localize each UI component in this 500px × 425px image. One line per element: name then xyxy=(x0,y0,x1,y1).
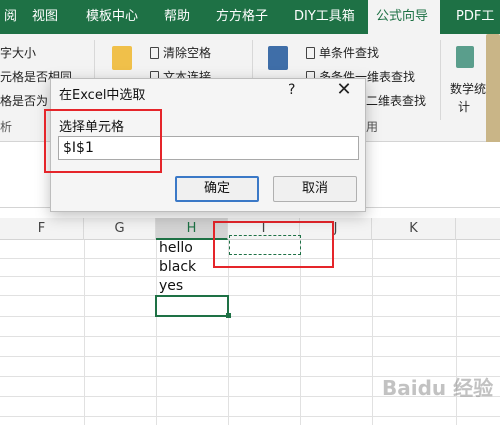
tab-template-center[interactable]: 模板中心 xyxy=(82,0,142,34)
close-icon[interactable]: ✕ xyxy=(333,79,355,100)
tab-pdf-tools[interactable]: PDF工 xyxy=(452,0,498,34)
grid-line xyxy=(156,240,157,425)
ribbon-item-math-stats-2[interactable]: 计 xyxy=(458,98,470,115)
fill-handle[interactable] xyxy=(226,313,231,318)
column-header-k[interactable]: K xyxy=(372,218,456,240)
ribbon-item-math-stats[interactable]: 数学统 xyxy=(450,80,486,97)
grid-line xyxy=(0,276,500,277)
ribbon-separator xyxy=(440,40,441,120)
grid-line xyxy=(0,316,500,317)
grid-line xyxy=(0,356,500,357)
statistics-icon[interactable] xyxy=(456,46,474,68)
ribbon-item-clear-spaces[interactable]: 清除空格 xyxy=(150,44,211,61)
column-header-g[interactable]: G xyxy=(84,218,156,240)
ribbon-group-apply-label: 用 xyxy=(366,120,379,134)
bookmark-icon xyxy=(306,47,315,59)
cell-h2[interactable]: black xyxy=(159,259,196,275)
column-header-l[interactable] xyxy=(456,218,500,240)
ribbon-item-font-size[interactable]: 字大小 xyxy=(0,44,36,61)
highlight-box-input xyxy=(44,109,162,173)
dialog-title: 在Excel中选取 xyxy=(59,88,146,103)
tab-view[interactable]: 视图 xyxy=(28,0,62,34)
ribbon-tab-bar: 阅 视图 模板中心 帮助 方方格子 DIY工具箱 公式向导 PDF工 xyxy=(0,0,500,34)
tab-formula-wizard[interactable]: 公式向导 xyxy=(368,0,440,34)
text-tool-icon[interactable] xyxy=(112,46,132,70)
grid-line xyxy=(84,240,85,425)
tab-help[interactable]: 帮助 xyxy=(160,0,194,34)
ribbon-item-cell-is[interactable]: 格是否为 xyxy=(0,92,48,109)
cell-h3[interactable]: yes xyxy=(159,278,183,294)
active-cell-h4[interactable] xyxy=(155,295,229,317)
grid-line xyxy=(0,336,500,337)
highlight-box-target-cell xyxy=(213,221,334,268)
bookmark-icon xyxy=(150,47,159,59)
help-icon[interactable]: ? xyxy=(288,82,295,98)
grid-line xyxy=(0,295,500,296)
tab-diy-toolbox[interactable]: DIY工具箱 xyxy=(290,0,359,34)
cancel-button[interactable]: 取消 xyxy=(273,176,357,202)
grid-line xyxy=(0,416,500,417)
grid-line xyxy=(372,240,373,425)
tab-review[interactable]: 阅 xyxy=(0,0,21,34)
ok-button[interactable]: 确定 xyxy=(175,176,259,202)
column-header-f[interactable]: F xyxy=(0,218,84,240)
ribbon-group-analysis-label: 析 xyxy=(0,120,13,134)
ribbon-item-single-lookup[interactable]: 单条件查找 xyxy=(306,44,379,61)
lookup-book-icon[interactable] xyxy=(268,46,288,70)
watermark-logo: Baidu 经验 xyxy=(382,376,494,400)
tab-fangfang-grid[interactable]: 方方格子 xyxy=(212,0,272,34)
ribbon-item-2d-lookup[interactable]: 二维表查找 xyxy=(366,92,426,109)
cell-h1[interactable]: hello xyxy=(159,240,193,256)
